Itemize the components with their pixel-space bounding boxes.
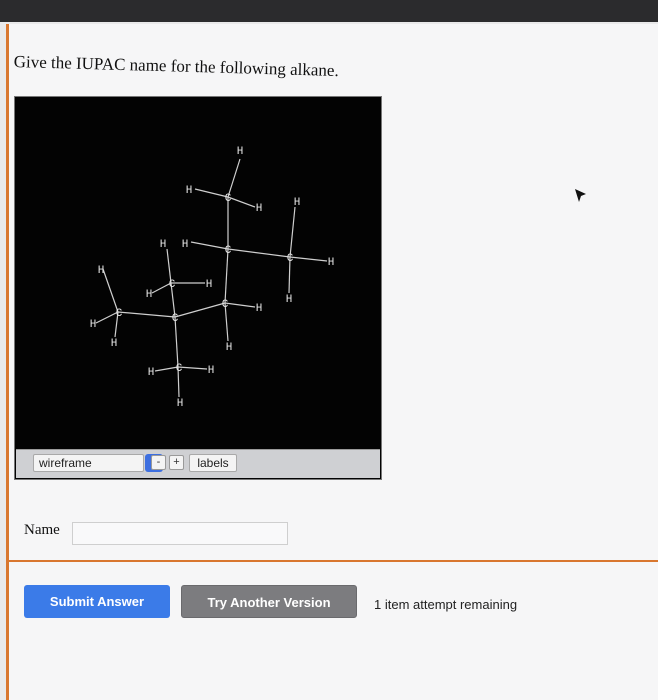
zoom-in-button[interactable]: + bbox=[169, 455, 184, 470]
atom-h: H bbox=[226, 342, 233, 354]
name-label: Name bbox=[24, 522, 60, 538]
bond bbox=[154, 366, 179, 372]
atom-h: H bbox=[148, 367, 155, 379]
atom-c: C bbox=[225, 193, 232, 205]
attempts-remaining: 1 item attempt remaining bbox=[374, 597, 518, 612]
atom-h: H bbox=[208, 365, 215, 377]
atom-h: H bbox=[256, 303, 263, 315]
bond bbox=[289, 206, 296, 258]
render-mode-value: wireframe bbox=[39, 456, 92, 470]
molecule-viewer[interactable]: H H C H H H H C C H H C H H H C H C C H … bbox=[14, 96, 382, 480]
atom-h: H bbox=[160, 239, 167, 251]
atom-c: C bbox=[222, 299, 229, 311]
name-input[interactable] bbox=[72, 522, 288, 545]
bond bbox=[190, 241, 229, 250]
bond bbox=[227, 158, 241, 198]
bond bbox=[102, 268, 119, 313]
zoom-out-button[interactable]: - bbox=[151, 455, 166, 470]
section-divider bbox=[6, 560, 658, 562]
molecule-structure: H H C H H H H C C H H C H H H C H C C H … bbox=[90, 146, 335, 410]
try-another-version-button[interactable]: Try Another Version bbox=[181, 585, 357, 618]
bond bbox=[224, 302, 256, 308]
atom-h: H bbox=[237, 146, 244, 158]
atom-h: H bbox=[294, 197, 301, 209]
atom-c: C bbox=[287, 253, 294, 265]
atom-h: H bbox=[328, 257, 335, 269]
top-bar bbox=[0, 0, 658, 22]
atom-h: H bbox=[182, 239, 189, 251]
bond bbox=[95, 311, 119, 324]
atom-h: H bbox=[146, 289, 153, 301]
atom-c: C bbox=[172, 313, 179, 325]
bond bbox=[174, 302, 226, 318]
submit-answer-button[interactable]: Submit Answer bbox=[24, 585, 170, 618]
bond bbox=[289, 256, 328, 262]
atom-c: C bbox=[169, 279, 176, 291]
atom-h: H bbox=[111, 338, 118, 350]
render-mode-select[interactable]: wireframe ↕ bbox=[33, 454, 163, 472]
atom-h: H bbox=[286, 294, 293, 306]
atom-h: H bbox=[206, 279, 213, 291]
bond bbox=[166, 248, 172, 284]
viewer-toolbar: wireframe ↕ - + labels bbox=[16, 449, 380, 478]
atom-c: C bbox=[225, 245, 232, 257]
bond bbox=[194, 188, 229, 198]
atom-h: H bbox=[98, 265, 105, 277]
bond bbox=[177, 366, 208, 370]
mouse-cursor-icon bbox=[575, 189, 586, 202]
atom-c: C bbox=[176, 363, 183, 375]
atom-h: H bbox=[90, 319, 97, 331]
atom-h: H bbox=[177, 398, 184, 410]
bond bbox=[224, 248, 229, 304]
bond bbox=[227, 248, 291, 258]
labels-button[interactable]: labels bbox=[189, 454, 237, 472]
atom-h: H bbox=[256, 203, 263, 215]
atom-c: C bbox=[116, 308, 123, 320]
bond bbox=[227, 196, 256, 208]
bond bbox=[117, 311, 176, 318]
atom-h: H bbox=[186, 185, 193, 197]
